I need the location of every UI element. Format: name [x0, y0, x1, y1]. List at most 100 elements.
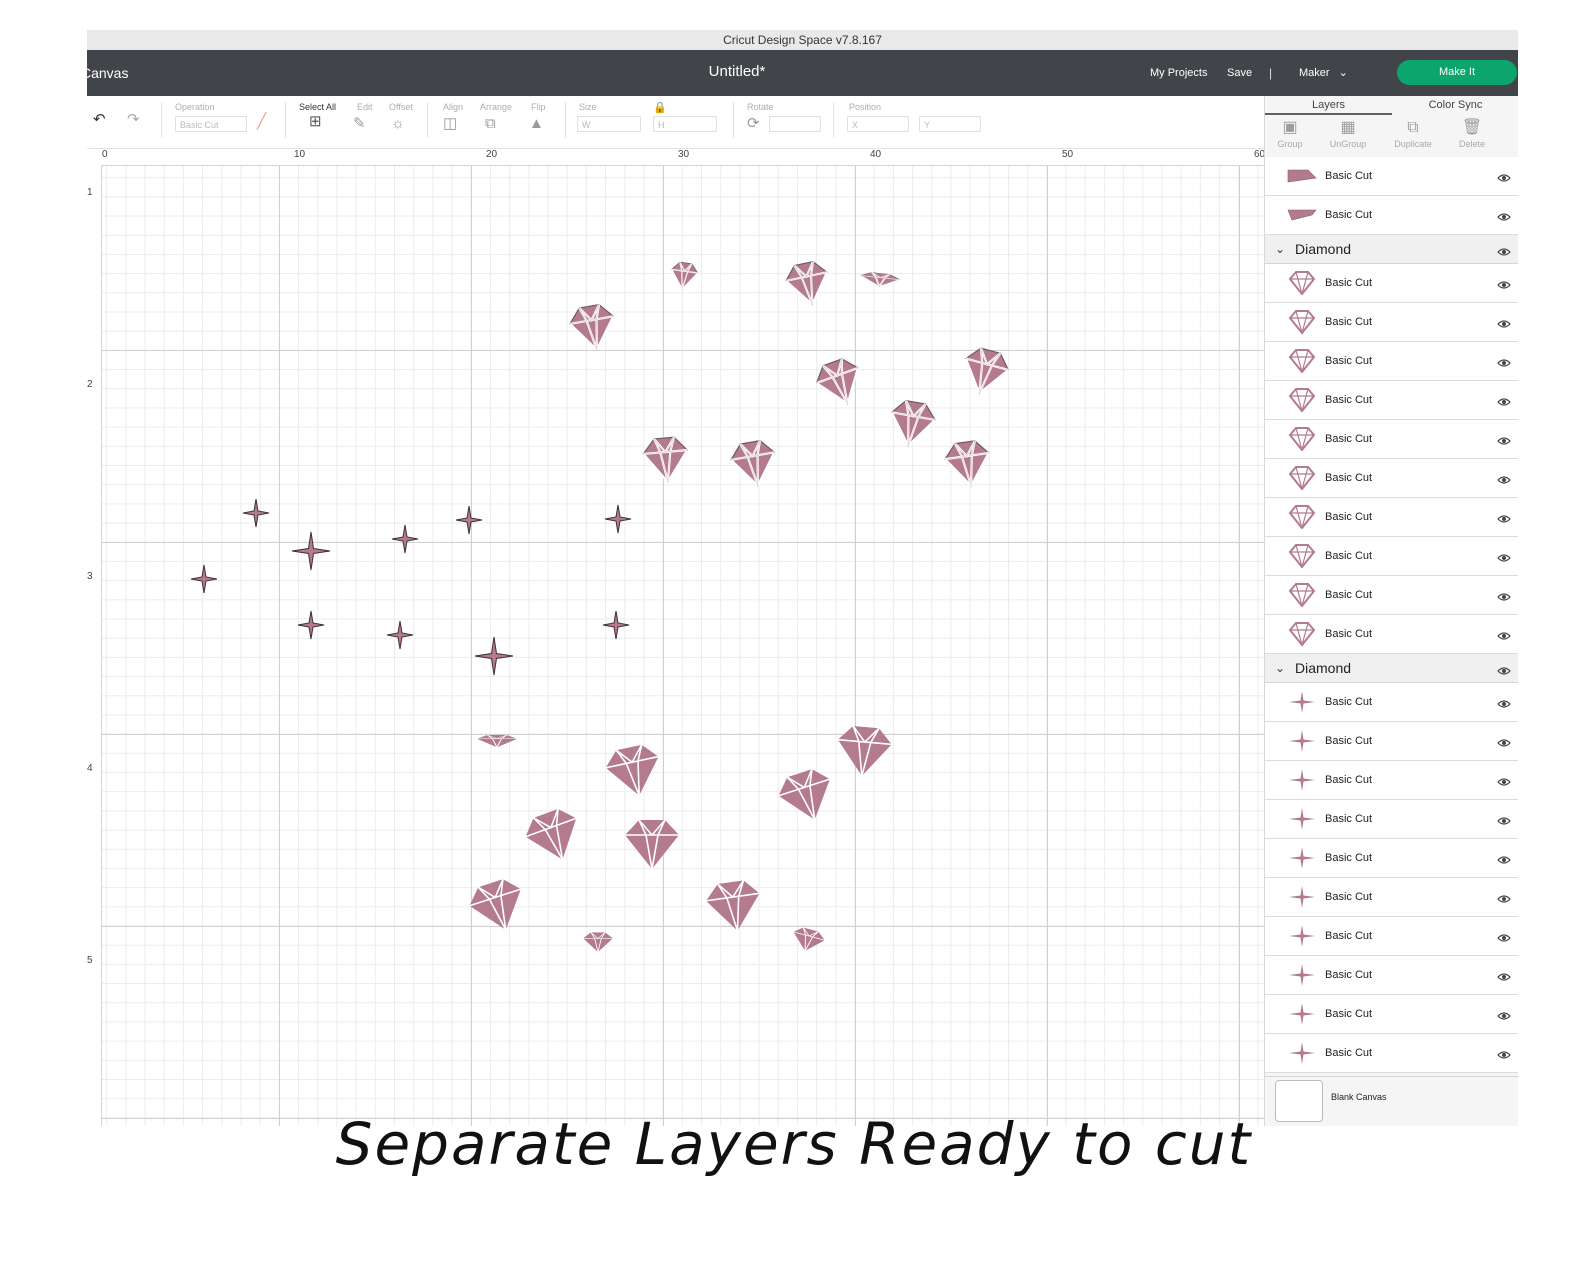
eye-icon[interactable] [1497, 969, 1511, 987]
layer-row[interactable]: Basic Cut [1265, 576, 1518, 615]
eye-icon[interactable] [1497, 813, 1511, 831]
diamond-solid-shape[interactable] [773, 764, 842, 829]
tab-layers[interactable]: Layers [1265, 96, 1392, 115]
eye-icon[interactable] [1497, 433, 1511, 451]
delete-button[interactable]: 🗑 Delete [1442, 117, 1502, 149]
layer-row[interactable]: Basic Cut [1265, 800, 1518, 839]
eye-icon[interactable] [1497, 1047, 1511, 1065]
eye-icon[interactable] [1497, 209, 1511, 227]
layer-row[interactable]: Basic Cut [1265, 917, 1518, 956]
layer-row[interactable]: Basic Cut [1265, 683, 1518, 722]
eye-icon[interactable] [1497, 930, 1511, 948]
diamond-outline-shape[interactable] [668, 260, 700, 292]
eye-icon[interactable] [1497, 550, 1511, 568]
layer-row[interactable]: Basic Cut [1265, 381, 1518, 420]
document-title[interactable]: Untitled* [607, 50, 867, 94]
select-all-icon[interactable]: ⊞ [309, 112, 322, 132]
chevron-down-icon[interactable]: ⌄ [1275, 654, 1285, 682]
machine-select[interactable]: Maker ⌄ [1299, 50, 1348, 96]
diamond-solid-shape[interactable] [464, 874, 533, 939]
diamond-outline-shape[interactable] [727, 437, 781, 491]
layer-row[interactable]: Basic Cut [1265, 498, 1518, 537]
sparkle-shape[interactable] [242, 498, 270, 528]
layer-row[interactable]: Basic Cut [1265, 722, 1518, 761]
diamond-outline-shape[interactable] [782, 258, 834, 310]
operation-select[interactable]: Basic Cut [175, 116, 247, 132]
lock-icon[interactable]: 🔒 [653, 98, 667, 118]
make-it-button[interactable]: Make It [1397, 60, 1517, 85]
eye-icon[interactable] [1497, 244, 1511, 262]
group-button[interactable]: ▣ Group [1260, 117, 1320, 149]
layer-row[interactable]: Basic Cut [1265, 956, 1518, 995]
sparkle-shape[interactable] [297, 610, 325, 640]
diamond-outline-shape[interactable] [885, 397, 939, 451]
layer-row[interactable]: Basic Cut [1265, 995, 1518, 1034]
sparkle-shape[interactable] [291, 531, 331, 571]
duplicate-button[interactable]: ⧉ Duplicate [1383, 117, 1443, 149]
redo-icon[interactable]: ↷ [127, 110, 140, 130]
sparkle-shape[interactable] [604, 504, 632, 534]
eye-icon[interactable] [1497, 355, 1511, 373]
diamond-outline-shape[interactable] [942, 438, 994, 490]
diamond-solid-shape[interactable] [788, 924, 827, 956]
layer-group-header[interactable]: ⌄ Diamond [1265, 654, 1518, 683]
layer-row[interactable]: Basic Cut [1265, 157, 1518, 196]
diamond-solid-shape[interactable] [624, 819, 680, 870]
my-projects-button[interactable]: My Projects [1150, 50, 1207, 96]
eye-icon[interactable] [1497, 852, 1511, 870]
eye-icon[interactable] [1497, 472, 1511, 490]
layer-row[interactable]: Basic Cut [1265, 1034, 1518, 1073]
pen-color-icon[interactable]: ╱ [257, 112, 266, 132]
design-canvas[interactable] [102, 166, 1287, 1126]
eye-icon[interactable] [1497, 589, 1511, 607]
layer-row[interactable]: Basic Cut [1265, 761, 1518, 800]
eye-icon[interactable] [1497, 316, 1511, 334]
layer-row[interactable]: Basic Cut [1265, 615, 1518, 654]
ungroup-button[interactable]: ▦ UnGroup [1318, 117, 1378, 149]
layer-row[interactable]: Basic Cut [1265, 264, 1518, 303]
diamond-outline-shape[interactable] [956, 343, 1014, 401]
offset-icon[interactable]: ☼ [391, 114, 405, 134]
arrange-icon[interactable]: ⧉ [485, 114, 496, 134]
eye-icon[interactable] [1497, 696, 1511, 714]
eye-icon[interactable] [1497, 511, 1511, 529]
y-field[interactable]: Y [919, 116, 981, 132]
diamond-outline-shape[interactable] [810, 353, 870, 413]
width-field[interactable]: W [577, 116, 641, 132]
rotate-field[interactable] [769, 116, 821, 132]
eye-icon[interactable] [1497, 774, 1511, 792]
flip-icon[interactable]: ▲ [529, 114, 544, 134]
layer-row[interactable]: Basic Cut [1265, 342, 1518, 381]
sparkle-shape[interactable] [602, 610, 630, 640]
diamond-outline-shape[interactable] [641, 435, 691, 485]
eye-icon[interactable] [1497, 663, 1511, 681]
sparkle-shape[interactable] [190, 564, 218, 594]
save-button[interactable]: Save [1227, 50, 1252, 96]
x-field[interactable]: X [847, 116, 909, 132]
sparkle-shape[interactable] [455, 505, 483, 535]
diamond-solid-shape[interactable] [601, 741, 667, 802]
eye-icon[interactable] [1497, 394, 1511, 412]
undo-icon[interactable]: ↶ [93, 110, 106, 130]
edit-icon[interactable]: ✎ [353, 114, 366, 134]
diamond-solid-shape[interactable] [519, 803, 589, 870]
sparkle-shape[interactable] [474, 636, 514, 676]
eye-icon[interactable] [1497, 170, 1511, 188]
sparkle-shape[interactable] [386, 620, 414, 650]
diamond-solid-shape[interactable] [582, 931, 614, 953]
layer-row[interactable]: Basic Cut [1265, 303, 1518, 342]
eye-icon[interactable] [1497, 1008, 1511, 1026]
layer-row[interactable]: Basic Cut [1265, 878, 1518, 917]
chevron-down-icon[interactable]: ⌄ [1275, 235, 1285, 263]
eye-icon[interactable] [1497, 628, 1511, 646]
layer-row[interactable]: Basic Cut [1265, 196, 1518, 235]
align-icon[interactable]: ◫ [443, 114, 457, 134]
sparkle-shape[interactable] [391, 524, 419, 554]
diamond-outline-shape[interactable] [858, 270, 902, 290]
eye-icon[interactable] [1497, 735, 1511, 753]
layer-row[interactable]: Basic Cut [1265, 459, 1518, 498]
layer-row[interactable]: Basic Cut [1265, 839, 1518, 878]
eye-icon[interactable] [1497, 277, 1511, 295]
layer-group-header[interactable]: ⌄ Diamond [1265, 235, 1518, 264]
height-field[interactable]: H [653, 116, 717, 132]
